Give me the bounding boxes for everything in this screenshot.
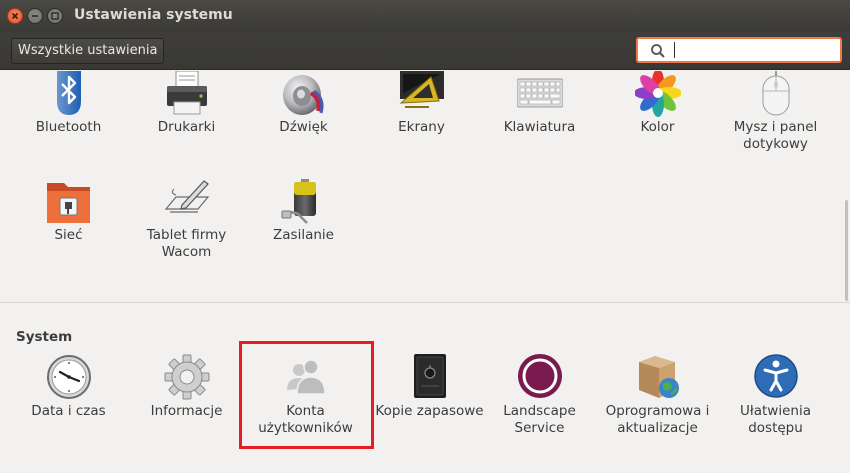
item-label: Mysz i panel dotykowy	[733, 119, 818, 152]
item-label: Bluetooth	[35, 119, 102, 135]
item-label: Ekrany	[398, 119, 445, 135]
mouse-icon	[762, 71, 790, 116]
item-label: Data i czas	[31, 403, 106, 419]
item-label: Sieć	[54, 227, 83, 243]
landscape-icon	[518, 354, 562, 398]
item-label: Kopie zapasowe	[375, 403, 484, 419]
system-section-title: System	[16, 329, 73, 345]
accessibility-icon	[754, 354, 798, 398]
close-button[interactable]	[7, 8, 23, 24]
software-update-icon	[639, 356, 679, 398]
keyboard-icon	[517, 78, 563, 108]
tablet-icon	[164, 180, 210, 213]
text-cursor	[674, 42, 675, 58]
gear-icon	[164, 354, 210, 400]
toolbar: Wszystkie ustawienia	[0, 32, 850, 70]
search-input[interactable]	[678, 41, 833, 59]
search-icon	[651, 44, 665, 58]
settings-panel: Bluetooth Drukarki Dźwięk Ekrany Klawiat…	[0, 71, 850, 473]
title-bar: Ustawienia systemu	[0, 0, 850, 32]
speaker-icon	[283, 75, 324, 115]
all-settings-button[interactable]: Wszystkie ustawienia	[11, 38, 165, 64]
maximize-button[interactable]	[47, 8, 63, 24]
network-icon	[47, 183, 90, 223]
item-label: Kolor	[640, 119, 675, 135]
maximize-icon	[51, 12, 59, 20]
minimize-icon	[32, 15, 38, 17]
minimize-button[interactable]	[27, 8, 43, 24]
item-label: Dźwięk	[279, 119, 328, 135]
clock-icon	[47, 355, 91, 399]
item-label: Ułatwienia dostępu	[740, 403, 811, 436]
item-label: Tablet firmy Wacom	[146, 227, 227, 260]
selection-highlight-box	[239, 341, 374, 449]
close-icon	[11, 12, 19, 20]
item-label: Zasilanie	[273, 227, 334, 243]
bluetooth-icon	[57, 71, 81, 115]
item-label: Informacje	[150, 403, 223, 419]
item-label: Oprogramowa i aktualizacje	[605, 403, 710, 436]
scrollbar[interactable]	[845, 200, 848, 301]
color-icon	[635, 71, 681, 117]
search-box[interactable]	[636, 37, 842, 63]
item-label: Klawiatura	[503, 119, 576, 135]
window-title: Ustawienia systemu	[74, 7, 233, 23]
safe-icon	[414, 354, 446, 398]
item-label: Drukarki	[157, 119, 216, 135]
item-label: Landscape Service	[503, 403, 576, 436]
battery-icon	[281, 179, 316, 224]
section-divider	[0, 302, 850, 303]
printer-icon	[167, 71, 207, 115]
displays-icon	[399, 71, 444, 108]
